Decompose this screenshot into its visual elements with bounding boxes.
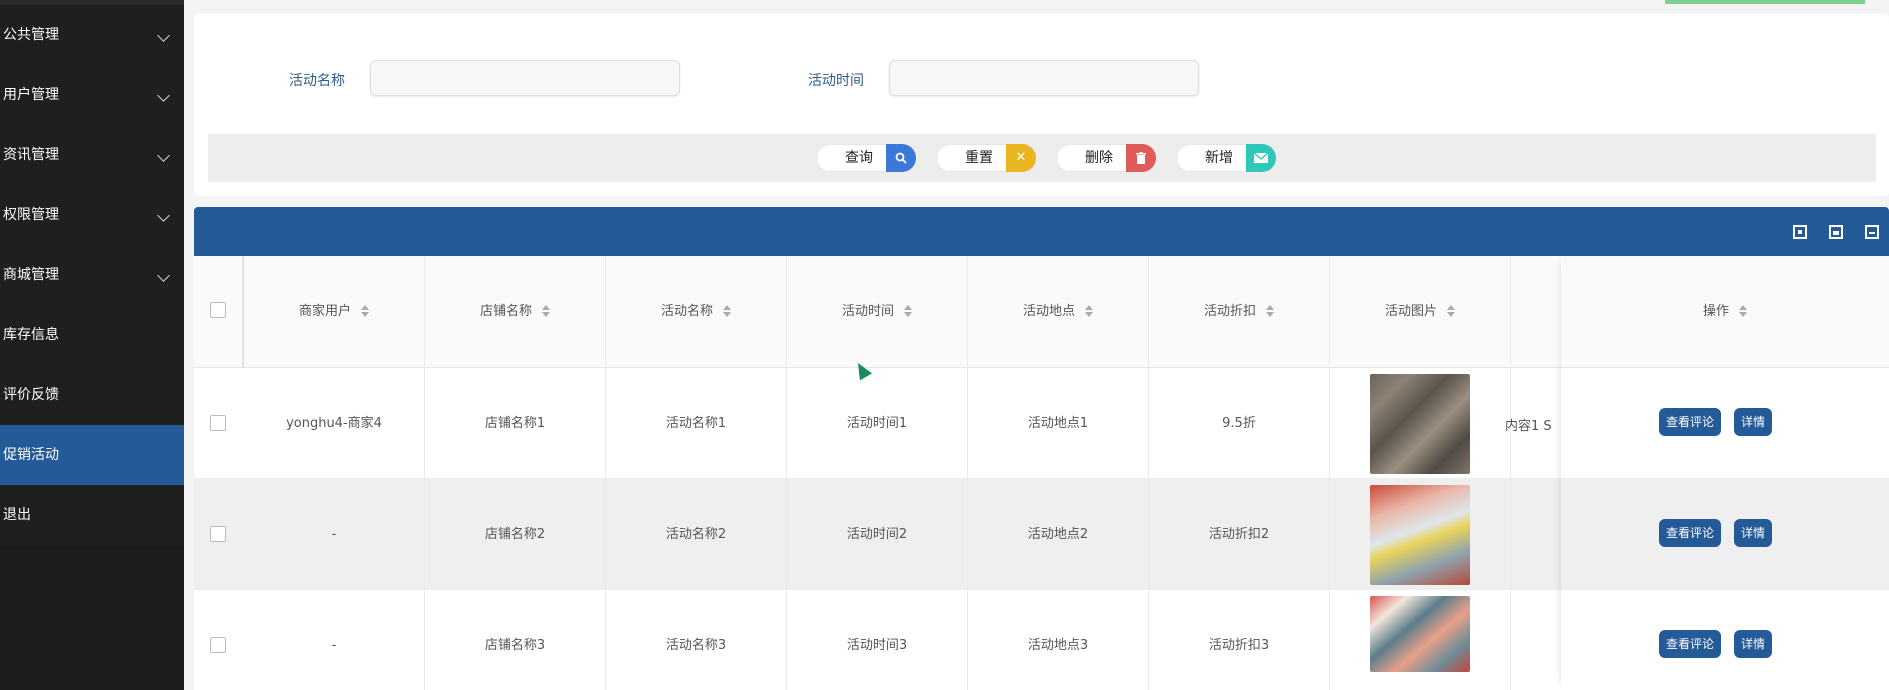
cell-activity-time: 活动时间3: [787, 590, 968, 690]
sort-icon[interactable]: [1085, 304, 1093, 317]
action-button-bar: 查询 重置 ✕ 删除 新增: [208, 134, 1876, 182]
sidebar: 公共管理 用户管理 资讯管理 权限管理 商城管理 库存信息 评价反馈 促销活动 …: [0, 0, 184, 690]
activity-name-label: 活动名称: [289, 73, 345, 89]
sidebar-item-logout[interactable]: 退出: [0, 485, 184, 545]
chevron-down-icon: [157, 89, 170, 102]
cell-shop: 店铺名称1: [425, 368, 606, 479]
row-checkbox[interactable]: [210, 526, 226, 542]
export-icon[interactable]: [1829, 225, 1843, 239]
chevron-down-icon: [157, 209, 170, 222]
main-content: 活动名称 活动时间 查询 重置 ✕ 删除 新增 商家用户 店铺名称 活动名称 活…: [184, 0, 1889, 690]
sort-icon[interactable]: [904, 304, 912, 317]
sidebar-item-label: 权限管理: [3, 207, 59, 223]
col-header-activity-time[interactable]: 活动时间: [787, 256, 968, 368]
cell-shop: 店铺名称3: [425, 590, 606, 690]
table-toolbar: [194, 207, 1889, 256]
top-accent-bar: [1665, 0, 1865, 4]
activity-name-input[interactable]: [370, 60, 680, 96]
sidebar-item-news[interactable]: 资讯管理: [0, 125, 184, 185]
sort-icon[interactable]: [361, 304, 369, 317]
close-icon: ✕: [1006, 144, 1036, 172]
sidebar-item-label: 评价反馈: [3, 387, 59, 403]
sidebar-item-label: 用户管理: [3, 87, 59, 103]
seafood-ice-photo[interactable]: [1370, 485, 1470, 585]
activity-time-label: 活动时间: [808, 73, 864, 89]
checkbox-column-header: [194, 256, 244, 368]
app-root: 公共管理 用户管理 资讯管理 权限管理 商城管理 库存信息 评价反馈 促销活动 …: [0, 0, 1889, 690]
data-table-card: 商家用户 店铺名称 活动名称 活动时间 活动地点 活动折扣 活动图片 操作 yo…: [194, 207, 1889, 690]
chevron-down-icon: [157, 269, 170, 282]
shrimp-photo[interactable]: [1370, 374, 1470, 474]
sidebar-item-label: 促销活动: [3, 447, 59, 463]
cell-activity-time: 活动时间2: [787, 479, 968, 590]
cell-location: 活动地点2: [968, 479, 1149, 590]
cell-location: 活动地点3: [968, 590, 1149, 690]
cell-image: [1330, 479, 1511, 590]
cell-merchant: yonghu4-商家4: [244, 368, 425, 479]
col-header-location[interactable]: 活动地点: [968, 256, 1149, 368]
reset-button[interactable]: 重置 ✕: [936, 144, 1036, 172]
sidebar-item-users[interactable]: 用户管理: [0, 65, 184, 125]
sidebar-item-label: 退出: [3, 507, 31, 523]
col-header-activity-name[interactable]: 活动名称: [606, 256, 787, 368]
sidebar-item-public[interactable]: 公共管理: [0, 5, 184, 65]
cell-discount: 活动折扣3: [1149, 590, 1330, 690]
sidebar-item-label: 公共管理: [3, 27, 59, 43]
cell-merchant: -: [244, 479, 425, 590]
col-header-merchant[interactable]: 商家用户: [244, 256, 425, 368]
col-header-image[interactable]: 活动图片: [1330, 256, 1511, 368]
row-checkbox[interactable]: [210, 637, 226, 653]
sidebar-item-mall[interactable]: 商城管理: [0, 245, 184, 305]
chevron-down-icon: [157, 149, 170, 162]
sidebar-item-permissions[interactable]: 权限管理: [0, 185, 184, 245]
sort-icon[interactable]: [1266, 304, 1274, 317]
col-header-discount[interactable]: 活动折扣: [1149, 256, 1330, 368]
delete-button[interactable]: 删除: [1056, 144, 1156, 172]
sidebar-item-label: 库存信息: [3, 327, 59, 343]
cell-image: [1330, 368, 1511, 479]
search-panel: 活动名称 活动时间 查询 重置 ✕ 删除 新增: [194, 14, 1889, 196]
query-button[interactable]: 查询: [816, 144, 916, 172]
cell-activity-name: 活动名称1: [606, 368, 787, 479]
cell-hidden-content: 内容1 S: [1505, 419, 1552, 434]
sort-icon[interactable]: [1447, 304, 1455, 317]
sort-icon[interactable]: [542, 304, 550, 317]
sidebar-item-promotions[interactable]: 促销活动: [0, 425, 184, 485]
sort-icon[interactable]: [723, 304, 731, 317]
qr-grid-icon[interactable]: [1793, 225, 1807, 239]
cell-discount: 活动折扣2: [1149, 479, 1330, 590]
col-header-shop[interactable]: 店铺名称: [425, 256, 606, 368]
cell-discount: 9.5折: [1149, 368, 1330, 479]
add-button[interactable]: 新增: [1176, 144, 1276, 172]
cell-merchant: -: [244, 590, 425, 690]
cell-activity-time: 活动时间1: [787, 368, 968, 479]
search-icon: [886, 144, 916, 172]
row-checkbox[interactable]: [210, 415, 226, 431]
chevron-down-icon: [157, 29, 170, 42]
cell-activity-name: 活动名称3: [606, 590, 787, 690]
cell-activity-name: 活动名称2: [606, 479, 787, 590]
cell-shop: 店铺名称2: [425, 479, 606, 590]
sidebar-item-label: 商城管理: [3, 267, 59, 283]
sidebar-item-label: 资讯管理: [3, 147, 59, 163]
cell-location: 活动地点1: [968, 368, 1149, 479]
print-icon[interactable]: [1865, 225, 1879, 239]
cell-image: [1330, 590, 1511, 690]
activity-time-input[interactable]: [889, 60, 1199, 96]
sidebar-item-inventory[interactable]: 库存信息: [0, 305, 184, 365]
sidebar-item-feedback[interactable]: 评价反馈: [0, 365, 184, 425]
trash-icon: [1126, 144, 1156, 172]
mail-icon: [1246, 144, 1276, 172]
fixed-actions-column: [1561, 256, 1889, 690]
mixed-seafood-photo[interactable]: [1370, 596, 1470, 672]
